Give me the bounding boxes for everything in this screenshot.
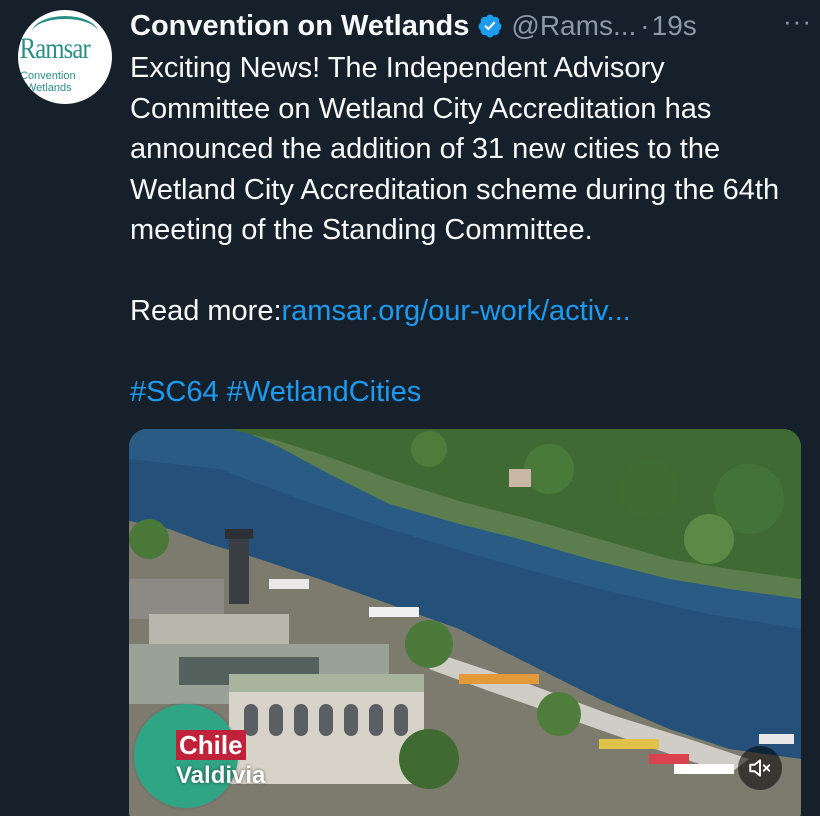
mute-icon [749,759,771,777]
tweet[interactable]: Ramsar Convention Wetlands Convention on… [0,0,820,816]
hashtags-line: #SC64 #WetlandCities [130,372,800,413]
verified-badge-icon [477,13,503,39]
avatar-sub-text-1: Convention [20,70,76,82]
read-more-line: Read more:ramsar.org/our-work/activ... [130,291,800,332]
hashtag-wetlandcities[interactable]: #WetlandCities [227,376,422,408]
tweet-timestamp[interactable]: 19s [652,10,697,42]
separator-dot: · [640,10,650,41]
badge-city-label: Valdivia [176,762,266,789]
hashtag-sc64[interactable]: #SC64 [130,376,219,408]
more-options-icon[interactable]: ··· [783,6,812,37]
tweet-text: Exciting News! The Independent Advisory … [130,48,800,413]
avatar-brand-text: Ramsar [19,32,91,65]
author-name[interactable]: Convention on Wetlands [130,10,469,43]
read-more-link[interactable]: ramsar.org/our-work/activ... [282,295,631,327]
read-more-label: Read more: [130,295,282,327]
mute-button[interactable] [738,746,782,790]
tweet-header: Convention on Wetlands @Rams... · 19s [130,6,810,46]
badge-country-label: Chile [176,730,246,760]
tweet-paragraph: Exciting News! The Independent Advisory … [130,52,780,246]
avatar-sub-text-2: Wetlands [26,82,72,94]
author-handle[interactable]: @Rams... [511,10,636,42]
avatar[interactable]: Ramsar Convention Wetlands [18,10,112,104]
